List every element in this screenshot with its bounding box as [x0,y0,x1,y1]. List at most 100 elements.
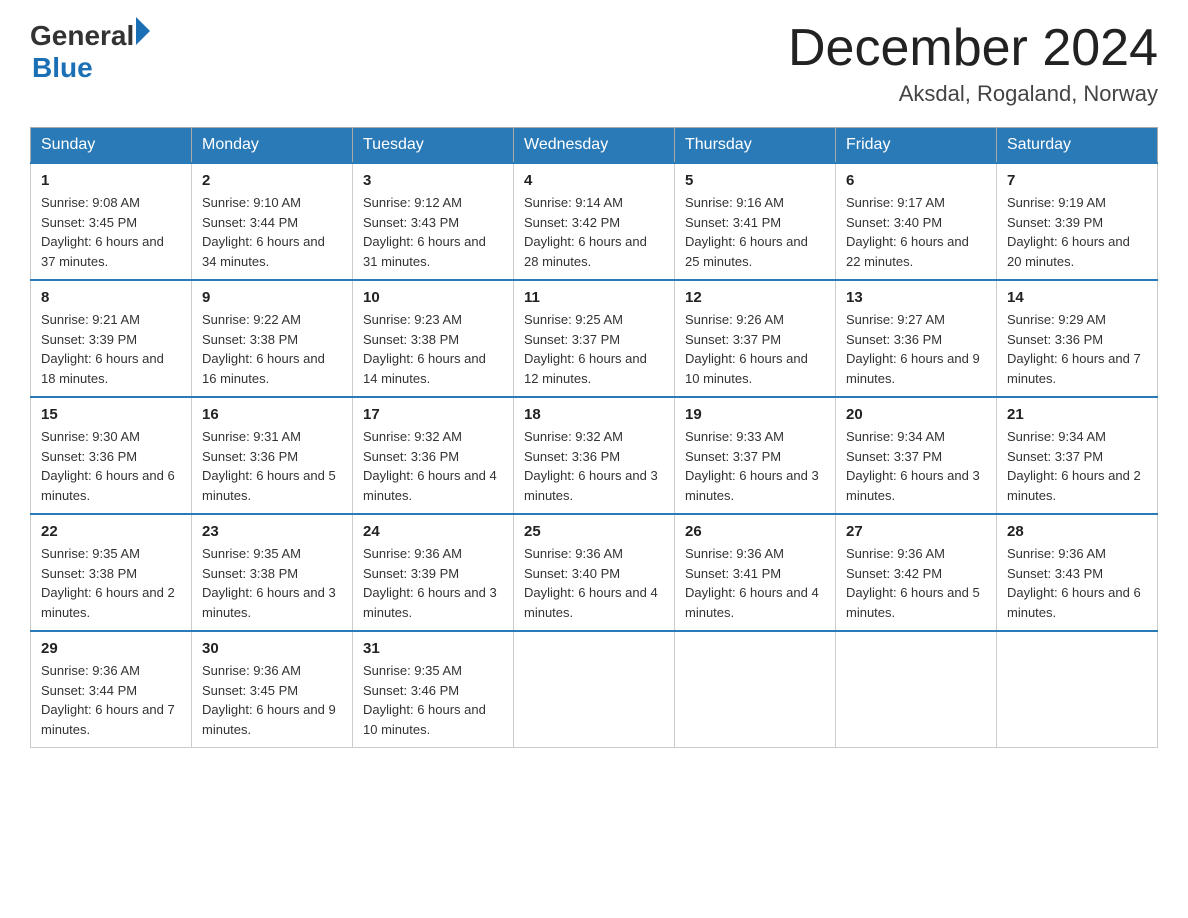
daylight-label: Daylight: 6 hours and 14 minutes. [363,351,486,386]
calendar-cell-w1-d2: 3 Sunrise: 9:12 AM Sunset: 3:43 PM Dayli… [353,163,514,280]
page-header: General Blue December 2024 Aksdal, Rogal… [30,20,1158,107]
location-title: Aksdal, Rogaland, Norway [788,81,1158,107]
daylight-label: Daylight: 6 hours and 7 minutes. [41,702,175,737]
day-number: 17 [363,406,503,423]
day-info: Sunrise: 9:33 AM Sunset: 3:37 PM Dayligh… [685,427,825,505]
day-number: 16 [202,406,342,423]
day-info: Sunrise: 9:31 AM Sunset: 3:36 PM Dayligh… [202,427,342,505]
day-info: Sunrise: 9:36 AM Sunset: 3:41 PM Dayligh… [685,544,825,622]
calendar-cell-w1-d0: 1 Sunrise: 9:08 AM Sunset: 3:45 PM Dayli… [31,163,192,280]
day-info: Sunrise: 9:26 AM Sunset: 3:37 PM Dayligh… [685,310,825,388]
day-number: 3 [363,172,503,189]
calendar-cell-w4-d2: 24 Sunrise: 9:36 AM Sunset: 3:39 PM Dayl… [353,514,514,631]
calendar-cell-w1-d5: 6 Sunrise: 9:17 AM Sunset: 3:40 PM Dayli… [836,163,997,280]
calendar-cell-w1-d4: 5 Sunrise: 9:16 AM Sunset: 3:41 PM Dayli… [675,163,836,280]
daylight-label: Daylight: 6 hours and 5 minutes. [846,585,980,620]
calendar-cell-w1-d1: 2 Sunrise: 9:10 AM Sunset: 3:44 PM Dayli… [192,163,353,280]
day-info: Sunrise: 9:17 AM Sunset: 3:40 PM Dayligh… [846,193,986,271]
sunrise-label: Sunrise: 9:32 AM [363,429,462,444]
day-number: 9 [202,289,342,306]
day-info: Sunrise: 9:16 AM Sunset: 3:41 PM Dayligh… [685,193,825,271]
day-number: 5 [685,172,825,189]
month-title: December 2024 [788,20,1158,77]
day-number: 23 [202,523,342,540]
sunrise-label: Sunrise: 9:36 AM [1007,546,1106,561]
calendar-cell-w4-d6: 28 Sunrise: 9:36 AM Sunset: 3:43 PM Dayl… [997,514,1158,631]
sunset-label: Sunset: 3:43 PM [363,215,459,230]
day-info: Sunrise: 9:35 AM Sunset: 3:38 PM Dayligh… [41,544,181,622]
sunrise-label: Sunrise: 9:29 AM [1007,312,1106,327]
day-number: 18 [524,406,664,423]
sunset-label: Sunset: 3:45 PM [41,215,137,230]
day-info: Sunrise: 9:08 AM Sunset: 3:45 PM Dayligh… [41,193,181,271]
sunrise-label: Sunrise: 9:10 AM [202,195,301,210]
day-info: Sunrise: 9:21 AM Sunset: 3:39 PM Dayligh… [41,310,181,388]
sunrise-label: Sunrise: 9:36 AM [202,663,301,678]
sunset-label: Sunset: 3:38 PM [202,566,298,581]
sunrise-label: Sunrise: 9:35 AM [202,546,301,561]
calendar-cell-w1-d3: 4 Sunrise: 9:14 AM Sunset: 3:42 PM Dayli… [514,163,675,280]
sunset-label: Sunset: 3:38 PM [363,332,459,347]
sunset-label: Sunset: 3:43 PM [1007,566,1103,581]
day-info: Sunrise: 9:12 AM Sunset: 3:43 PM Dayligh… [363,193,503,271]
day-number: 1 [41,172,181,189]
sunrise-label: Sunrise: 9:22 AM [202,312,301,327]
calendar-cell-w2-d0: 8 Sunrise: 9:21 AM Sunset: 3:39 PM Dayli… [31,280,192,397]
sunset-label: Sunset: 3:36 PM [41,449,137,464]
day-number: 12 [685,289,825,306]
day-number: 31 [363,640,503,657]
calendar-cell-w4-d3: 25 Sunrise: 9:36 AM Sunset: 3:40 PM Dayl… [514,514,675,631]
day-number: 14 [1007,289,1147,306]
daylight-label: Daylight: 6 hours and 9 minutes. [202,702,336,737]
day-info: Sunrise: 9:10 AM Sunset: 3:44 PM Dayligh… [202,193,342,271]
day-info: Sunrise: 9:23 AM Sunset: 3:38 PM Dayligh… [363,310,503,388]
week-row-5: 29 Sunrise: 9:36 AM Sunset: 3:44 PM Dayl… [31,631,1158,748]
daylight-label: Daylight: 6 hours and 6 minutes. [1007,585,1141,620]
sunrise-label: Sunrise: 9:32 AM [524,429,623,444]
calendar-cell-w5-d5 [836,631,997,748]
sunrise-label: Sunrise: 9:08 AM [41,195,140,210]
calendar-cell-w2-d5: 13 Sunrise: 9:27 AM Sunset: 3:36 PM Dayl… [836,280,997,397]
day-info: Sunrise: 9:27 AM Sunset: 3:36 PM Dayligh… [846,310,986,388]
header-sunday: Sunday [31,128,192,164]
logo-general: General [30,20,134,52]
sunset-label: Sunset: 3:36 PM [846,332,942,347]
day-number: 20 [846,406,986,423]
day-info: Sunrise: 9:19 AM Sunset: 3:39 PM Dayligh… [1007,193,1147,271]
sunrise-label: Sunrise: 9:30 AM [41,429,140,444]
day-info: Sunrise: 9:36 AM Sunset: 3:44 PM Dayligh… [41,661,181,739]
sunrise-label: Sunrise: 9:34 AM [1007,429,1106,444]
calendar-cell-w5-d3 [514,631,675,748]
logo-blue: Blue [32,52,150,84]
sunrise-label: Sunrise: 9:16 AM [685,195,784,210]
day-info: Sunrise: 9:22 AM Sunset: 3:38 PM Dayligh… [202,310,342,388]
calendar-cell-w3-d4: 19 Sunrise: 9:33 AM Sunset: 3:37 PM Dayl… [675,397,836,514]
day-info: Sunrise: 9:36 AM Sunset: 3:42 PM Dayligh… [846,544,986,622]
daylight-label: Daylight: 6 hours and 37 minutes. [41,234,164,269]
daylight-label: Daylight: 6 hours and 4 minutes. [524,585,658,620]
sunrise-label: Sunrise: 9:36 AM [685,546,784,561]
sunset-label: Sunset: 3:42 PM [846,566,942,581]
daylight-label: Daylight: 6 hours and 25 minutes. [685,234,808,269]
sunset-label: Sunset: 3:36 PM [363,449,459,464]
day-number: 7 [1007,172,1147,189]
daylight-label: Daylight: 6 hours and 20 minutes. [1007,234,1130,269]
daylight-label: Daylight: 6 hours and 3 minutes. [846,468,980,503]
day-number: 28 [1007,523,1147,540]
daylight-label: Daylight: 6 hours and 34 minutes. [202,234,325,269]
sunrise-label: Sunrise: 9:36 AM [524,546,623,561]
calendar-cell-w5-d2: 31 Sunrise: 9:35 AM Sunset: 3:46 PM Dayl… [353,631,514,748]
sunset-label: Sunset: 3:45 PM [202,683,298,698]
day-info: Sunrise: 9:36 AM Sunset: 3:40 PM Dayligh… [524,544,664,622]
day-number: 13 [846,289,986,306]
daylight-label: Daylight: 6 hours and 16 minutes. [202,351,325,386]
header-monday: Monday [192,128,353,164]
day-info: Sunrise: 9:32 AM Sunset: 3:36 PM Dayligh… [524,427,664,505]
calendar-cell-w3-d2: 17 Sunrise: 9:32 AM Sunset: 3:36 PM Dayl… [353,397,514,514]
day-number: 26 [685,523,825,540]
daylight-label: Daylight: 6 hours and 4 minutes. [363,468,497,503]
calendar-cell-w3-d0: 15 Sunrise: 9:30 AM Sunset: 3:36 PM Dayl… [31,397,192,514]
daylight-label: Daylight: 6 hours and 6 minutes. [41,468,175,503]
sunset-label: Sunset: 3:37 PM [685,449,781,464]
logo: General Blue [30,20,150,84]
